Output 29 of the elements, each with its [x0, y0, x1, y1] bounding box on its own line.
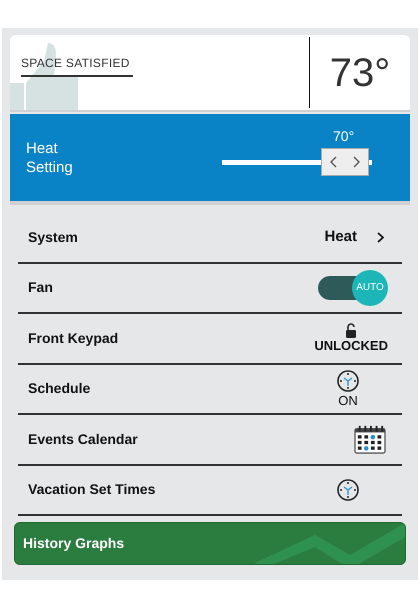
settings-row[interactable]: Events Calendar: [18, 415, 402, 466]
chevron-left-icon[interactable]: [330, 156, 337, 168]
status-label: SPACE SATISFIED: [21, 54, 133, 77]
heat-setting-label: Heat: [26, 138, 59, 158]
settings-row[interactable]: Schedule ON: [18, 364, 402, 415]
settings-row[interactable]: Fan AUTO: [18, 264, 402, 314]
clock-icon: [336, 478, 360, 502]
setpoint-reading: 70°: [333, 128, 354, 144]
keypad-status: UNLOCKED: [314, 338, 388, 354]
history-graphs-button[interactable]: History Graphs: [14, 522, 406, 565]
row-label: Events Calendar: [28, 430, 138, 449]
settings-row[interactable]: System Heat: [18, 213, 402, 264]
settings-row[interactable]: Vacation Set Times: [18, 466, 402, 516]
row-label: Schedule: [28, 379, 90, 398]
row-label: Vacation Set Times: [28, 480, 156, 500]
system-value: Heat: [324, 227, 357, 247]
settings-row[interactable]: Front Keypad UNLOCKED: [18, 314, 402, 364]
schedule-status: ON: [338, 392, 358, 409]
chevron-right-icon[interactable]: [353, 156, 360, 168]
row-label: System: [28, 228, 78, 247]
clock-icon: [336, 368, 360, 393]
slider-thumb[interactable]: [321, 148, 369, 176]
row-label: Front Keypad: [28, 328, 118, 348]
chevron-right-icon: [377, 232, 384, 243]
room-temperature: 73°: [330, 50, 390, 96]
heat-setting-label: Setting: [26, 158, 74, 176]
row-label: Fan: [28, 278, 53, 298]
calendar-icon: [352, 424, 388, 454]
line-graph-icon: [255, 523, 405, 564]
